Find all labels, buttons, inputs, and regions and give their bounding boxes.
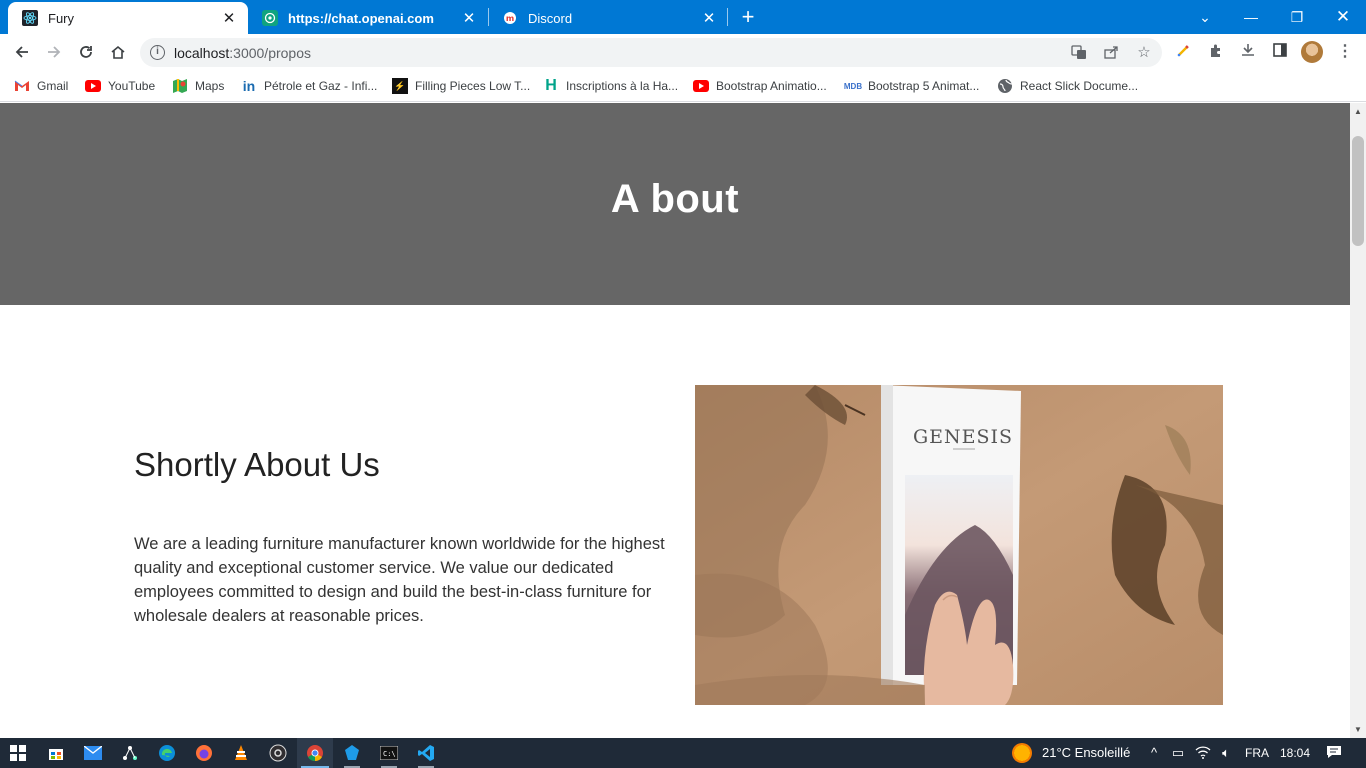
notification-icon[interactable] [1325, 744, 1343, 760]
network-app-icon[interactable] [112, 738, 148, 768]
bookmark-inscriptions[interactable]: H Inscriptions à la Ha... [543, 76, 678, 96]
firefox-icon[interactable] [186, 738, 222, 768]
wifi-icon[interactable] [1195, 745, 1211, 761]
linkedin-icon: in [242, 78, 256, 94]
volume-icon[interactable]: 🔈︎ [1218, 745, 1234, 761]
address-bar[interactable]: i localhost:3000/propos ☆ [140, 38, 1162, 67]
bookmark-youtube[interactable]: YouTube [85, 76, 155, 96]
openai-icon [262, 10, 278, 26]
tab-separator [727, 8, 728, 26]
vlc-icon[interactable] [223, 738, 259, 768]
discord-icon: m [502, 10, 518, 26]
reload-button[interactable] [72, 38, 100, 66]
section-title: Shortly About Us [134, 446, 380, 483]
chrome-icon[interactable] [297, 738, 333, 768]
app-blue-icon[interactable] [334, 738, 370, 768]
bookmark-bootstrap-animation[interactable]: Bootstrap Animatio... [693, 76, 827, 96]
menu-kebab-icon[interactable]: ⋮ [1335, 42, 1355, 62]
minimize-icon[interactable]: — [1228, 0, 1274, 34]
bookmark-bootstrap5[interactable]: MDB Bootstrap 5 Animat... [843, 76, 980, 96]
page-viewport: A bout Shortly About Us We are a leading… [0, 103, 1350, 738]
bookmark-maps[interactable]: Maps [172, 76, 224, 96]
maps-icon [172, 78, 188, 94]
filling-pieces-icon: ⚡ [392, 78, 408, 94]
bookmark-gmail[interactable]: Gmail [14, 76, 68, 96]
about-image: GENESIS [695, 385, 1223, 705]
reload-icon [80, 46, 92, 58]
translate-icon[interactable] [1070, 44, 1088, 62]
extensions-icon[interactable] [1206, 42, 1226, 62]
windows-taskbar: C:\ 21°C Ensoleillé ^ ▭ 🔈︎ FRA 18:04 [0, 738, 1366, 768]
share-icon[interactable] [1102, 44, 1120, 62]
bookmark-star-icon[interactable]: ☆ [1135, 44, 1153, 62]
mdb-icon: MDB [843, 81, 863, 91]
svg-text:m: m [506, 14, 514, 23]
tab-discord[interactable]: m Discord ✕ [488, 2, 728, 34]
edge-icon[interactable] [149, 738, 185, 768]
back-button[interactable] [8, 38, 36, 66]
browser-toolbar: i localhost:3000/propos ☆ ⋮ [0, 34, 1366, 70]
new-tab-button[interactable]: + [736, 6, 760, 30]
tab-chatgpt[interactable]: https://chat.openai.com ✕ [248, 2, 488, 34]
tab-fury[interactable]: Fury ✕ [8, 2, 248, 34]
youtube-icon [693, 78, 709, 94]
side-panel-icon[interactable] [1270, 42, 1290, 62]
home-icon [111, 45, 125, 59]
color-picker-extension-icon[interactable] [1174, 42, 1194, 62]
restore-icon[interactable]: ❐ [1274, 0, 1320, 34]
back-arrow-icon [15, 46, 28, 58]
tab-title: https://chat.openai.com [288, 10, 434, 26]
book-title: GENESIS [913, 426, 1013, 448]
vscode-icon[interactable] [408, 738, 444, 768]
forward-arrow-icon [48, 46, 61, 58]
obs-icon[interactable] [260, 738, 296, 768]
page-scrollbar[interactable]: ▲ ▼ [1350, 103, 1366, 738]
hero-title: A bout [610, 177, 740, 221]
close-window-icon[interactable]: ✕ [1320, 0, 1366, 34]
weather-text[interactable]: 21°C Ensoleillé [1042, 745, 1130, 760]
bookmarks-bar: Gmail YouTube Maps in Pétrole et Gaz - In… [0, 70, 1366, 102]
hero-banner: A bout [0, 103, 1350, 305]
profile-avatar[interactable] [1301, 41, 1323, 63]
globe-icon [997, 78, 1013, 94]
chevron-up-icon[interactable]: ^ [1146, 745, 1162, 761]
windows-start-icon[interactable] [0, 738, 36, 768]
forward-button[interactable] [40, 38, 68, 66]
terminal-icon[interactable]: C:\ [371, 738, 407, 768]
bookmark-petrole-gaz[interactable]: in Pétrole et Gaz - Infi... [241, 76, 378, 96]
section-text: We are a leading furniture manufacturer … [134, 535, 665, 625]
browser-tab-strip: Fury ✕ https://chat.openai.com ✕ m Disco… [0, 0, 1366, 34]
tab-search-icon[interactable]: ⌄ [1182, 0, 1228, 34]
download-icon[interactable] [1238, 42, 1258, 62]
tab-title: Discord [528, 10, 573, 26]
language-indicator[interactable]: FRA [1245, 746, 1269, 760]
react-icon [22, 10, 38, 26]
scroll-thumb[interactable] [1352, 136, 1364, 246]
store-icon[interactable] [38, 738, 74, 768]
youtube-icon [85, 78, 101, 94]
close-tab-icon[interactable]: ✕ [700, 9, 718, 27]
svg-text:C:\: C:\ [383, 750, 396, 758]
home-button[interactable] [104, 38, 132, 66]
weather-sun-icon[interactable] [1012, 743, 1032, 763]
url-text: localhost:3000/propos [174, 45, 311, 61]
close-tab-icon[interactable]: ✕ [220, 9, 238, 27]
battery-icon[interactable]: ▭ [1170, 745, 1186, 761]
mail-icon[interactable] [75, 738, 111, 768]
bookmark-react-slick[interactable]: React Slick Docume... [997, 76, 1138, 96]
scroll-down-arrow-icon[interactable]: ▼ [1350, 721, 1366, 738]
site-info-icon[interactable]: i [150, 45, 165, 60]
bookmark-filling-pieces[interactable]: ⚡ Filling Pieces Low T... [392, 76, 530, 96]
gmail-icon [14, 78, 30, 94]
h-icon: H [545, 77, 557, 94]
tab-title: Fury [48, 10, 74, 26]
clock-time[interactable]: 18:04 [1280, 746, 1310, 760]
scroll-up-arrow-icon[interactable]: ▲ [1350, 103, 1366, 120]
close-tab-icon[interactable]: ✕ [460, 9, 478, 27]
